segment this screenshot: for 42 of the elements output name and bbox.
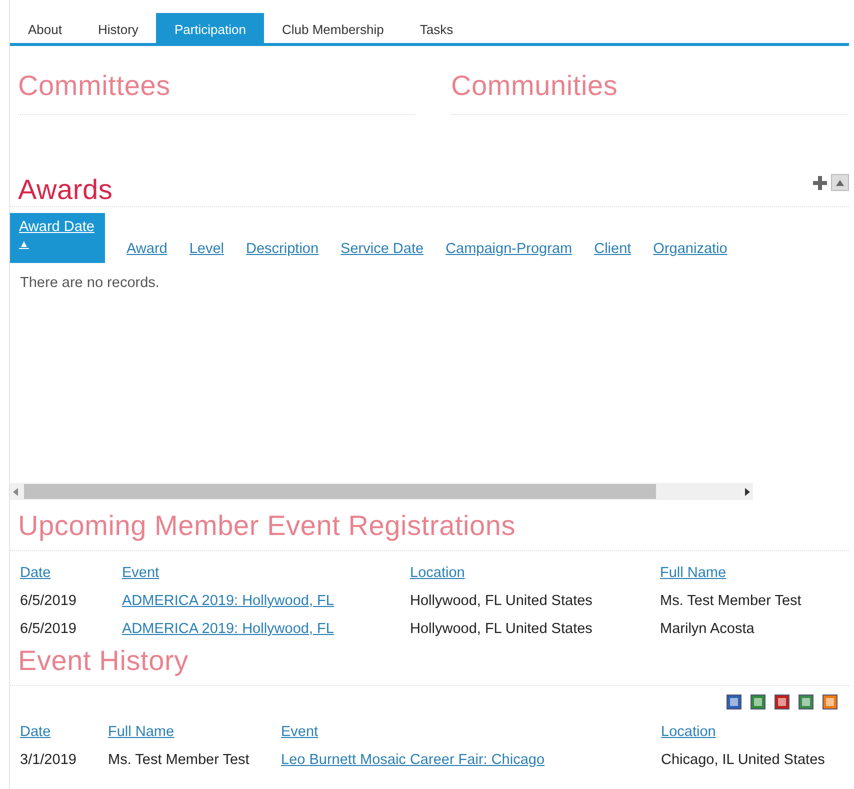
- table-cell: Ms. Test Member Test: [108, 752, 250, 768]
- event-link[interactable]: ADMERICA 2019: Hollywood, FL: [122, 593, 334, 609]
- tab[interactable]: Participation: [156, 13, 264, 43]
- empty-message: There are no records.: [20, 275, 160, 291]
- column-header[interactable]: Level: [189, 241, 224, 263]
- tab[interactable]: About: [10, 13, 80, 43]
- section-heading: Event History: [18, 645, 190, 677]
- table-cell: Ms. Test Member Test: [660, 593, 802, 609]
- column-header[interactable]: Full Name: [660, 565, 726, 581]
- column-header[interactable]: Date: [20, 724, 51, 740]
- table-cell: 3/1/2019: [20, 752, 76, 768]
- table-cell: Chicago, IL United States: [661, 752, 825, 768]
- section-heading: Communities: [451, 70, 619, 102]
- column-header[interactable]: Date: [20, 565, 51, 581]
- column-header[interactable]: Award Date ▲: [10, 213, 104, 263]
- column-header[interactable]: Event: [281, 724, 318, 740]
- event-link[interactable]: ADMERICA 2019: Hollywood, FL: [122, 621, 334, 637]
- column-header[interactable]: Campaign-Program: [446, 241, 572, 263]
- table-cell: Hollywood, FL United States: [410, 621, 592, 637]
- table-cell: Hollywood, FL United States: [410, 593, 592, 609]
- collapse-button[interactable]: [831, 174, 849, 191]
- table-cell: 6/5/2019: [20, 621, 76, 637]
- tab[interactable]: Tasks: [402, 13, 472, 43]
- column-header[interactable]: Event: [122, 565, 160, 581]
- section-heading: Upcoming Member Event Registrations: [18, 510, 517, 542]
- event-link[interactable]: Leo Burnett Mosaic Career Fair: Chicago: [281, 752, 545, 768]
- column-header[interactable]: Organizatio: [653, 241, 728, 263]
- tab[interactable]: Club Membership: [264, 13, 402, 43]
- column-header[interactable]: Location: [661, 724, 716, 740]
- table-cell: Marilyn Acosta: [660, 621, 754, 637]
- column-header[interactable]: Full Name: [108, 724, 174, 740]
- add-icon[interactable]: [813, 176, 827, 190]
- horizontal-scrollbar[interactable]: [10, 483, 753, 500]
- column-header[interactable]: Description: [246, 241, 319, 263]
- section-heading: Awards: [18, 174, 113, 206]
- tab[interactable]: History: [80, 13, 156, 43]
- table-cell: 6/5/2019: [20, 593, 76, 609]
- section-heading: Committees: [18, 70, 172, 102]
- column-header[interactable]: Location: [410, 565, 465, 581]
- column-header[interactable]: Award: [126, 241, 168, 263]
- column-header[interactable]: Service Date: [340, 241, 424, 263]
- column-header[interactable]: Client: [594, 241, 632, 263]
